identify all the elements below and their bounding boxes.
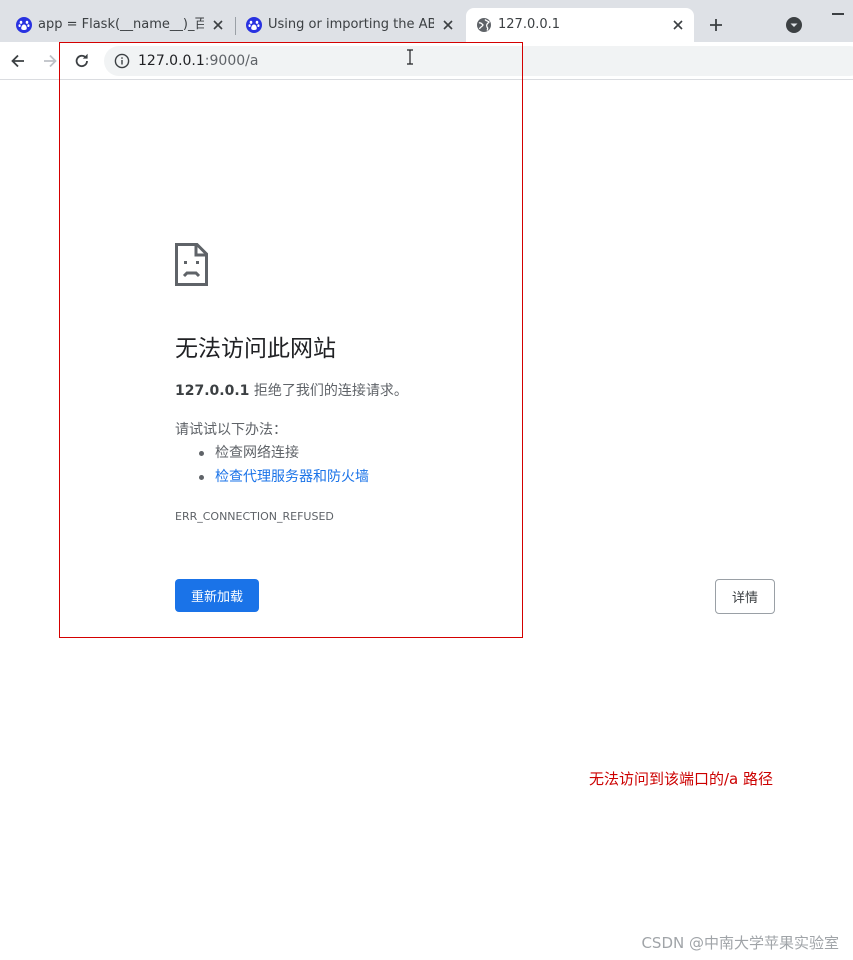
reload-icon[interactable] xyxy=(72,51,92,71)
address-bar[interactable]: 127.0.0.1:9000/a xyxy=(104,46,853,76)
suggestion-check-network: 检查网络连接 xyxy=(215,445,299,461)
tab-strip: app = Flask(__name__)_百度搜 Using or impor… xyxy=(0,0,853,42)
baidu-paw-icon xyxy=(246,17,262,33)
forward-arrow-icon[interactable] xyxy=(40,51,60,71)
error-host: 127.0.0.1 xyxy=(175,383,250,399)
close-icon[interactable] xyxy=(670,17,686,33)
error-summary-text: 拒绝了我们的连接请求。 xyxy=(249,383,408,399)
sad-page-icon xyxy=(175,243,208,286)
details-button[interactable]: 详情 xyxy=(715,579,775,614)
suggestions-heading: 请试试以下办法： xyxy=(175,422,287,438)
baidu-paw-icon xyxy=(16,17,32,33)
globe-icon xyxy=(477,18,491,32)
error-title: 无法访问此网站 xyxy=(175,336,336,362)
suggestion-check-proxy-link[interactable]: 检查代理服务器和防火墙 xyxy=(215,467,369,487)
tab-title: app = Flask(__name__)_百度搜 xyxy=(38,17,204,32)
tab-baidu-search[interactable]: app = Flask(__name__)_百度搜 xyxy=(6,8,234,42)
bullet xyxy=(199,451,204,456)
browser-toolbar: 127.0.0.1:9000/a xyxy=(0,42,853,80)
error-summary: 127.0.0.1 拒绝了我们的连接请求。 xyxy=(175,381,408,401)
tab-localhost[interactable]: 127.0.0.1 xyxy=(466,8,694,42)
tab-title: Using or importing the ABCs xyxy=(268,17,434,32)
close-icon[interactable] xyxy=(210,17,226,33)
watermark: CSDN @中南大学苹果实验室 xyxy=(641,934,839,952)
browser-window: app = Flask(__name__)_百度搜 Using or impor… xyxy=(0,0,853,960)
new-tab-plus-icon[interactable] xyxy=(706,15,726,35)
tab-search-dropdown-icon[interactable] xyxy=(785,16,803,34)
text-cursor-icon xyxy=(407,49,413,65)
back-arrow-icon[interactable] xyxy=(8,51,28,71)
minimize-window-icon[interactable] xyxy=(832,13,844,15)
bullet xyxy=(199,475,204,480)
tab-abcs[interactable]: Using or importing the ABCs xyxy=(236,8,464,42)
tab-title: 127.0.0.1 xyxy=(498,17,561,32)
close-icon[interactable] xyxy=(440,17,456,33)
url-path: :9000/a xyxy=(204,53,259,69)
annotation-text: 无法访问到该端口的/a 路径 xyxy=(589,770,774,788)
site-info-icon[interactable] xyxy=(114,53,130,69)
url-text[interactable]: 127.0.0.1:9000/a xyxy=(138,53,258,69)
reload-button[interactable]: 重新加载 xyxy=(175,579,259,612)
url-host: 127.0.0.1 xyxy=(138,53,205,69)
error-code: ERR_CONNECTION_REFUSED xyxy=(175,510,334,523)
